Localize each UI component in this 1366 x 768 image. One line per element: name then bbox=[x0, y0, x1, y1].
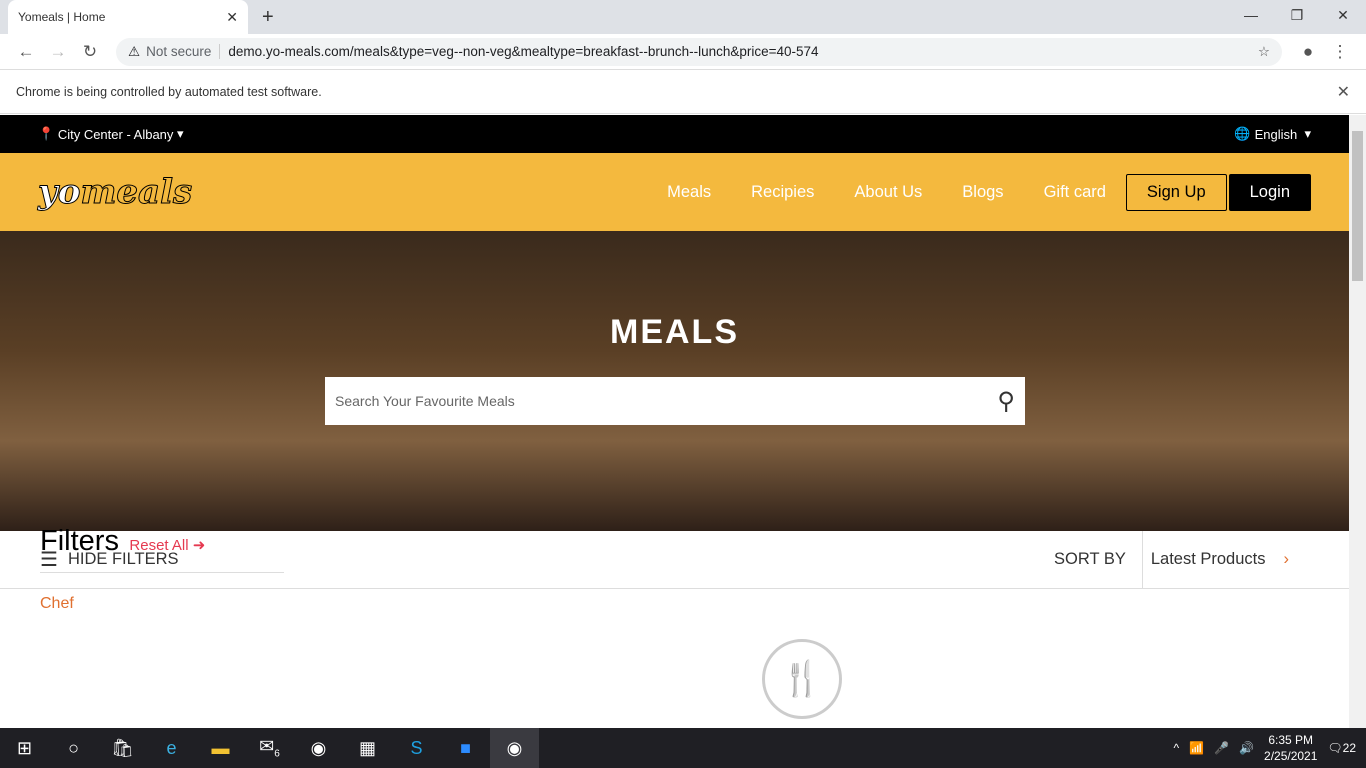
login-button[interactable]: Login bbox=[1228, 173, 1311, 211]
back-icon[interactable]: ← bbox=[10, 42, 42, 62]
warning-icon: ⚠ bbox=[128, 43, 141, 59]
minimize-icon[interactable]: — bbox=[1228, 0, 1274, 30]
chrome-profile-icon[interactable]: ◉ bbox=[294, 738, 343, 759]
main-nav: Meals Recipies About Us Blogs Gift card … bbox=[667, 173, 1311, 211]
menu-icon[interactable]: ⋮ bbox=[1324, 42, 1356, 62]
store-icon[interactable]: 🛍 bbox=[98, 738, 147, 759]
nav-about-us[interactable]: About Us bbox=[854, 183, 922, 202]
chevron-right-icon: › bbox=[1283, 550, 1290, 568]
language-selector[interactable]: English bbox=[1255, 127, 1298, 142]
url-text: demo.yo-meals.com/meals&type=veg--non-ve… bbox=[228, 44, 819, 59]
new-tab-icon[interactable]: + bbox=[262, 6, 274, 29]
location-selector[interactable]: City Center - Albany bbox=[58, 127, 174, 142]
automation-infobar: Chrome is being controlled by automated … bbox=[0, 70, 1366, 114]
close-window-icon[interactable]: ✕ bbox=[1320, 0, 1366, 30]
nav-recipies[interactable]: Recipies bbox=[751, 183, 814, 202]
scrollbar[interactable] bbox=[1349, 115, 1366, 728]
security-label: Not secure bbox=[146, 44, 221, 59]
search-placeholder: Search Your Favourite Meals bbox=[335, 393, 515, 409]
mic-icon[interactable]: 🎤 bbox=[1214, 741, 1229, 755]
restore-icon[interactable]: ❐ bbox=[1274, 0, 1320, 30]
infobar-text: Chrome is being controlled by automated … bbox=[16, 84, 322, 99]
file-explorer-icon[interactable]: ▬ bbox=[196, 738, 245, 759]
divider bbox=[40, 572, 284, 573]
app-icon[interactable]: ▦ bbox=[343, 738, 392, 759]
reset-all-link[interactable]: Reset All ➜ bbox=[129, 537, 205, 554]
close-tab-icon[interactable]: ✕ bbox=[226, 9, 238, 26]
sort-by-label: SORT BY bbox=[1054, 550, 1126, 568]
tab-title: Yomeals | Home bbox=[18, 10, 106, 24]
site-header: yomeals Meals Recipies About Us Blogs Gi… bbox=[0, 153, 1349, 231]
forward-icon[interactable]: → bbox=[42, 42, 74, 62]
top-strip: 📍 City Center - Albany ▾ 🌐 English ▾ bbox=[0, 115, 1349, 153]
page: 📍 City Center - Albany ▾ 🌐 English ▾ yom… bbox=[0, 115, 1349, 728]
edge-icon[interactable]: e bbox=[147, 738, 196, 759]
browser-tab[interactable]: Yomeals | Home ✕ bbox=[8, 0, 248, 34]
meal-search-input[interactable]: Search Your Favourite Meals ⚲ bbox=[325, 377, 1025, 425]
search-circle-icon[interactable]: ○ bbox=[49, 738, 98, 759]
browser-tabbar: Yomeals | Home ✕ + — ❐ ✕ bbox=[0, 0, 1366, 34]
notifications-icon[interactable]: 🗨22 bbox=[1327, 741, 1356, 755]
nav-meals[interactable]: Meals bbox=[667, 183, 711, 202]
profile-icon[interactable]: ● bbox=[1292, 42, 1324, 62]
reload-icon[interactable]: ↻ bbox=[74, 42, 106, 62]
address-bar-row: ← → ↻ ⚠ Not secure demo.yo-meals.com/mea… bbox=[0, 34, 1366, 70]
nav-blogs[interactable]: Blogs bbox=[962, 183, 1003, 202]
chrome-icon[interactable]: ◉ bbox=[490, 728, 539, 768]
chevron-down-icon[interactable]: ▾ bbox=[1297, 126, 1311, 142]
mail-icon[interactable]: ✉6 bbox=[245, 736, 294, 760]
filters-panel: Filters Reset All ➜ Chef bbox=[40, 525, 284, 613]
chevron-down-icon[interactable]: ▾ bbox=[173, 126, 184, 142]
sign-up-button[interactable]: Sign Up bbox=[1125, 173, 1227, 211]
tray-chevron-icon[interactable]: ^ bbox=[1174, 741, 1180, 755]
filter-group-chef[interactable]: Chef bbox=[40, 595, 284, 613]
sort-value: Latest Products bbox=[1150, 550, 1266, 568]
page-title: MEALS bbox=[610, 313, 739, 351]
zoom-icon[interactable]: ■ bbox=[441, 738, 490, 759]
location-pin-icon: 📍 bbox=[38, 126, 58, 141]
sort-dropdown[interactable]: Latest Products › bbox=[1141, 530, 1309, 589]
logo[interactable]: yomeals bbox=[37, 172, 192, 213]
close-infobar-icon[interactable]: ✕ bbox=[1337, 82, 1350, 102]
skype-icon[interactable]: S bbox=[392, 738, 441, 759]
url-field[interactable]: ⚠ Not secure demo.yo-meals.com/meals&typ… bbox=[116, 37, 1282, 66]
nav-gift-card[interactable]: Gift card bbox=[1044, 183, 1106, 202]
bookmark-star-icon[interactable]: ☆ bbox=[1258, 44, 1270, 60]
hero-banner: MEALS Search Your Favourite Meals ⚲ bbox=[0, 231, 1349, 531]
volume-icon[interactable]: 🔊 bbox=[1239, 741, 1254, 755]
globe-icon: 🌐 bbox=[1234, 126, 1251, 141]
wifi-icon[interactable]: 📶 bbox=[1189, 741, 1204, 755]
taskbar: ⊞ ○ 🛍 e ▬ ✉6 ◉ ▦ S ■ ◉ ^ 📶 🎤 🔊 6:35 PM 2/… bbox=[0, 728, 1366, 768]
filters-title: Filters bbox=[40, 525, 119, 557]
search-icon[interactable]: ⚲ bbox=[997, 387, 1015, 416]
fork-spoon-icon: 🍴 bbox=[762, 639, 842, 719]
windows-start-icon[interactable]: ⊞ bbox=[0, 738, 49, 759]
clock[interactable]: 6:35 PM 2/25/2021 bbox=[1264, 732, 1317, 764]
